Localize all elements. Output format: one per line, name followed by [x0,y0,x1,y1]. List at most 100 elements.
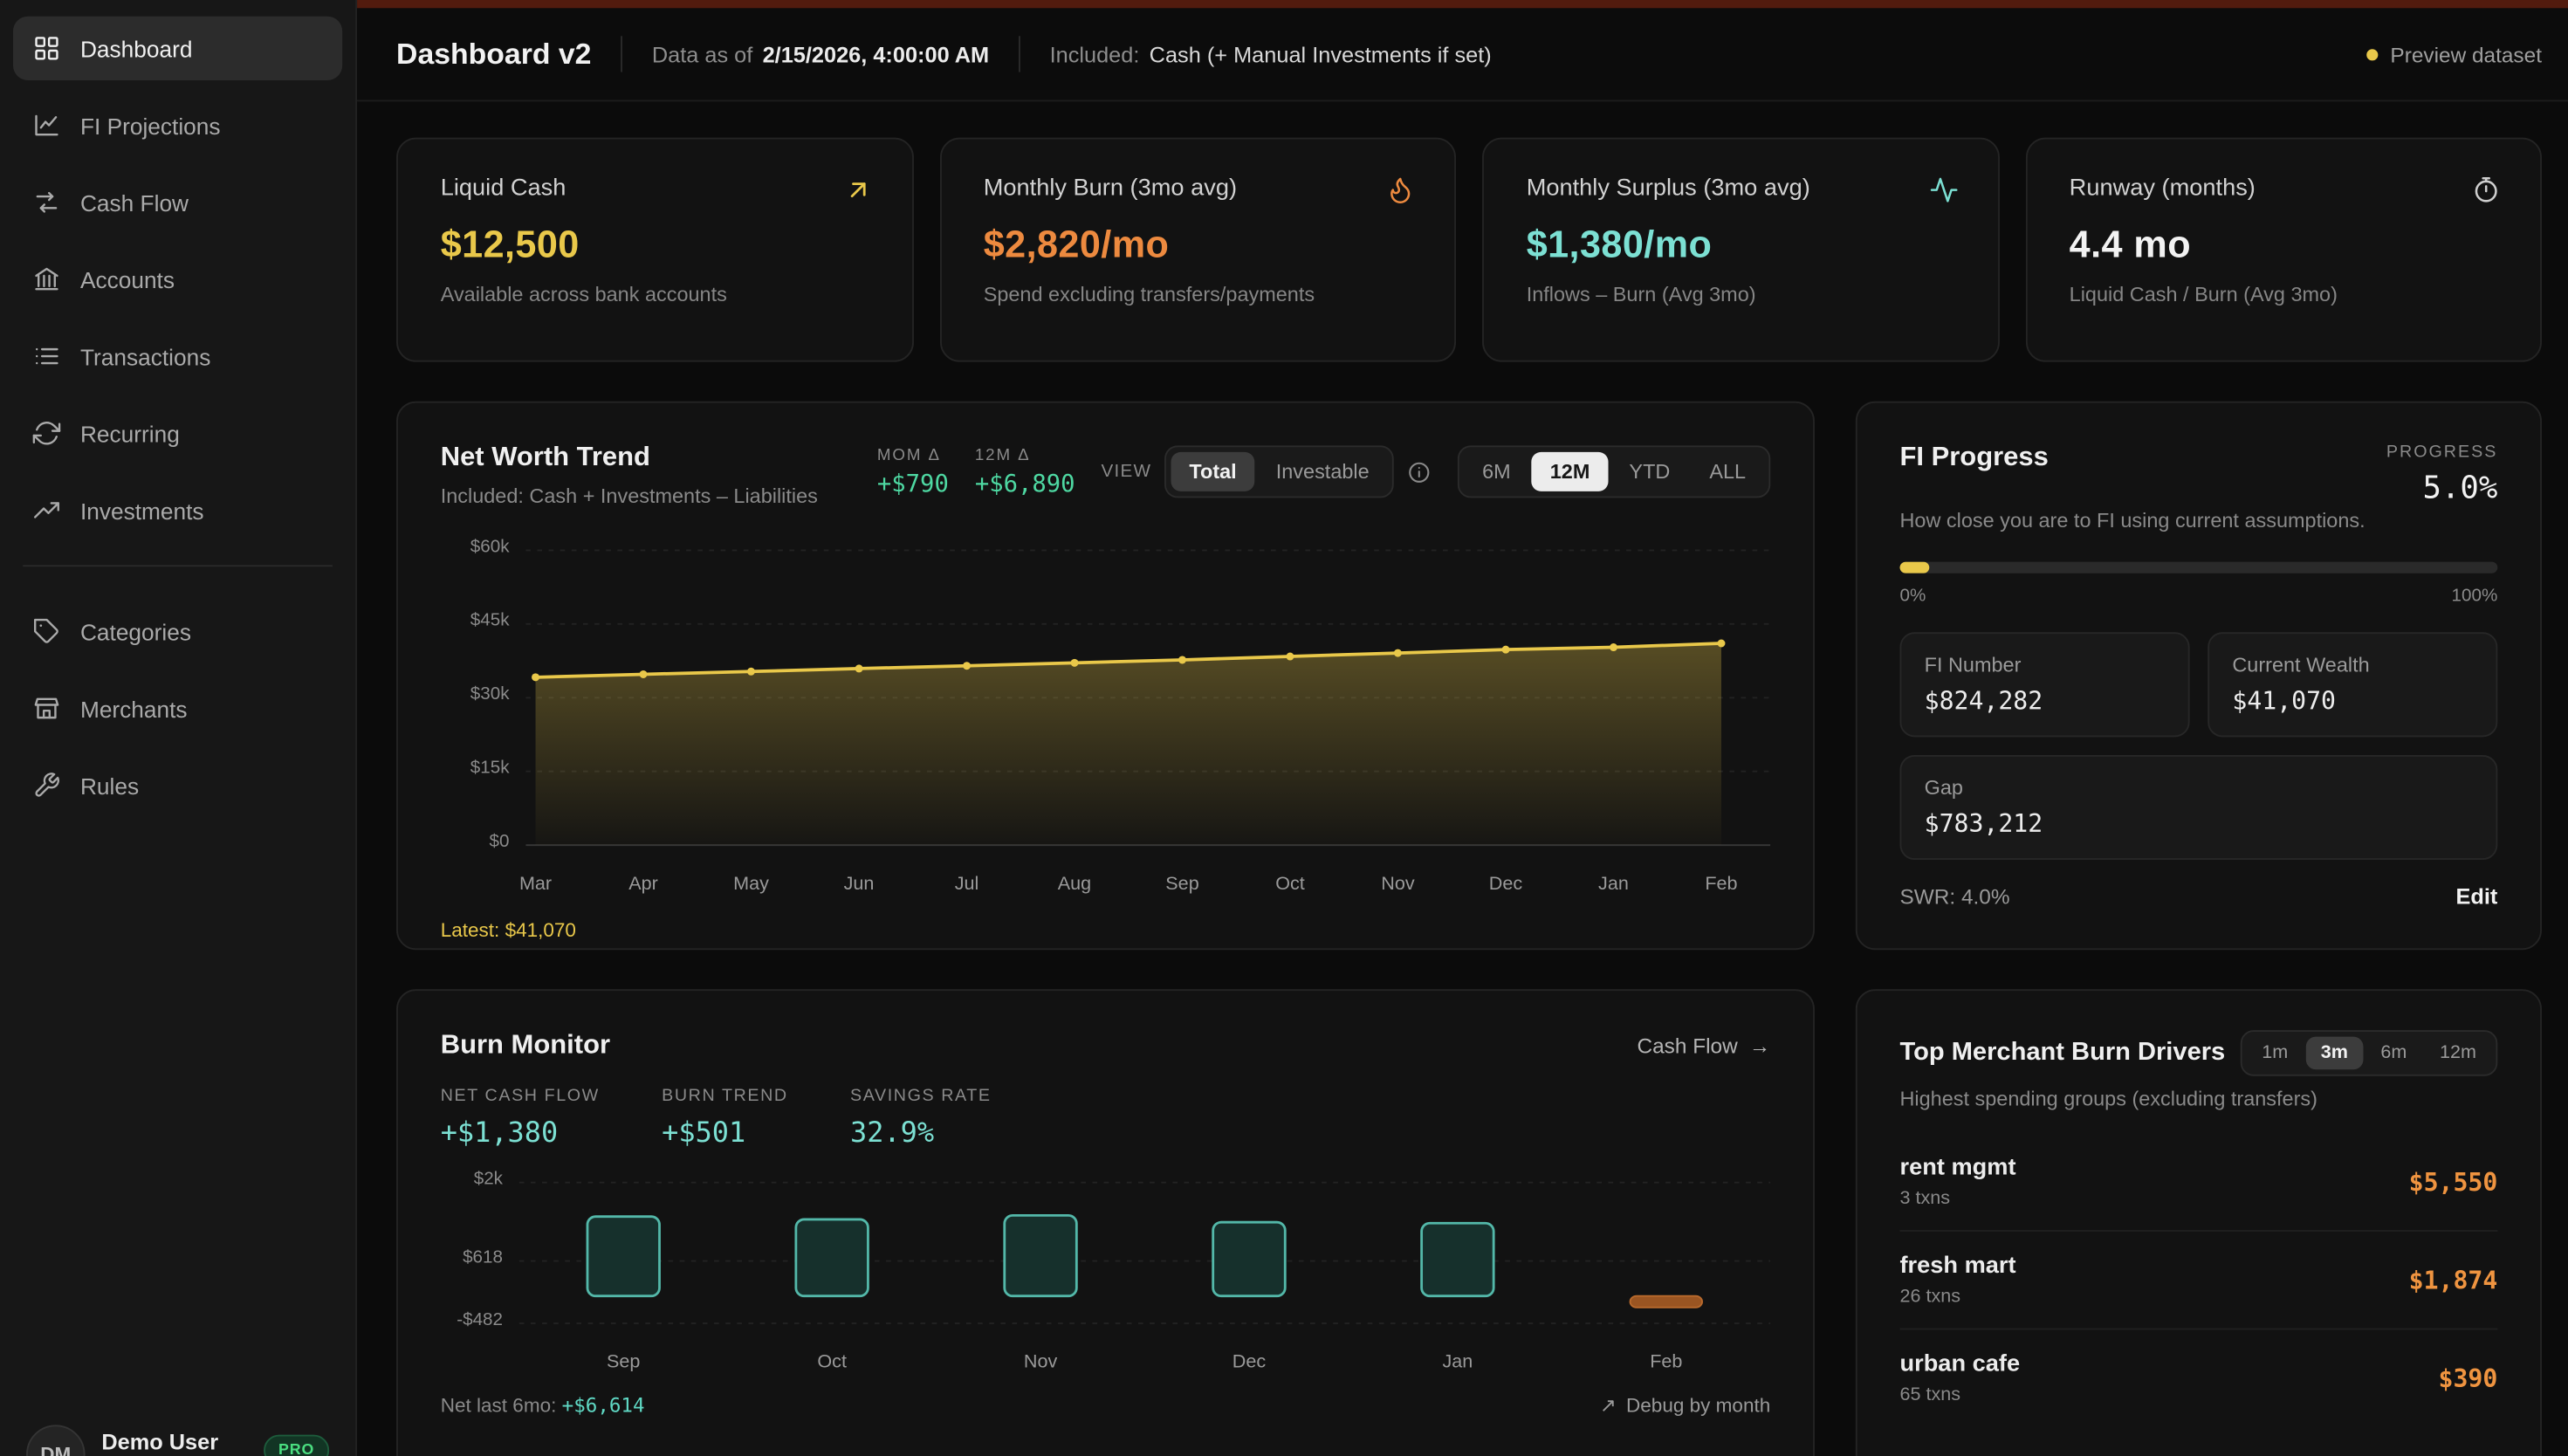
merch-range-3m[interactable]: 3m [2306,1037,2363,1070]
net-worth-controls: MOM Δ +$790 12M Δ +$6,890 VIEW Total [877,445,1770,498]
sidebar-item-recurring[interactable]: Recurring [13,402,342,465]
sidebar-item-cash-flow[interactable]: Cash Flow [13,170,342,234]
range-6m[interactable]: 6M [1464,452,1528,491]
net-worth-plot: MarAprMayJunJulAugSepOctNovDecJanFeb [525,537,1770,899]
preview-dataset-toggle[interactable]: Preview dataset [2365,42,2542,66]
fi-progress-track [1899,562,2497,573]
sidebar-item-accounts[interactable]: Accounts [13,247,342,311]
sidebar-item-rules[interactable]: Rules [13,753,342,817]
merchants-range-segmented: 1m 3m 6m 12m [2241,1030,2498,1076]
merchants-subtitle: Highest spending groups (excluding trans… [1899,1088,2497,1110]
fi-number-box: FI Number $824,282 [1899,632,2189,737]
wrench-icon [33,772,61,800]
range-segmented: 6M 12M YTD ALL [1458,445,1770,498]
burn-x-axis: SepOctNovDecJanFeb [519,1344,1770,1377]
sidebar-item-dashboard[interactable]: Dashboard [13,17,342,80]
sidebar-item-transactions[interactable]: Transactions [13,325,342,388]
mom-delta-label: MOM Δ [877,446,949,464]
range-all[interactable]: ALL [1692,452,1764,491]
row-burn: Burn Monitor Cash Flow → NET CASH FLOW +… [396,989,2542,1456]
edit-button[interactable]: Edit [2455,884,2497,909]
net-worth-title: Net Worth Trend [441,443,818,474]
sidebar-item-label: Dashboard [80,35,193,61]
flame-icon [1385,175,1415,205]
included-value: Cash (+ Manual Investments if set) [1150,42,1492,66]
fi-title: FI Progress [1899,443,2048,506]
view-option-total[interactable]: Total [1171,452,1255,491]
stat-card-monthly-burn: Monthly Burn (3mo avg) $2,820/mo Spend e… [939,138,1456,362]
pro-badge: PRO [264,1434,329,1456]
burn-chart: $2k$618-$482 SepOctNovDecJanFeb [441,1172,1771,1377]
header-divider [1019,36,1020,72]
savings-rate-stat: SAVINGS RATE 32.9% [850,1086,992,1150]
burn-y-axis: $2k$618-$482 [441,1172,519,1377]
sidebar-item-label: Recurring [80,420,180,446]
fi-boxes: FI Number $824,282 Current Wealth $41,07… [1899,632,2497,860]
top-merchants-card: Top Merchant Burn Drivers 1m 3m 6m 12m H… [1856,989,2542,1456]
view-label: VIEW [1102,462,1152,482]
merchant-name: urban cafe [1899,1351,2020,1377]
avatar: DM [26,1425,86,1456]
preview-dot-icon [2365,48,2377,59]
burn-stats: NET CASH FLOW +$1,380 BURN TREND +$501 S… [441,1086,1771,1150]
merch-range-12m[interactable]: 12m [2425,1037,2491,1070]
burn-monitor-card: Burn Monitor Cash Flow → NET CASH FLOW +… [396,989,1815,1456]
included-scope: Included: Cash (+ Manual Investments if … [1050,42,1492,66]
debug-by-month-link[interactable]: ↗ Debug by month [1600,1394,1770,1417]
dashboard-content: Liquid Cash $12,500 Available across ban… [357,101,2568,1456]
merchant-amount: $1,874 [2409,1265,2498,1295]
view-switch-group: VIEW Total Investable [1102,445,1432,498]
cash-flow-link[interactable]: Cash Flow → [1637,1034,1770,1058]
preview-dataset-label: Preview dataset [2390,42,2542,66]
row-net-worth: Net Worth Trend Included: Cash + Investm… [396,402,2542,951]
merchant-name: fresh mart [1899,1253,2015,1279]
burn-footer-net: Net last 6mo: +$6,614 [441,1394,645,1417]
burn-plot: SepOctNovDecJanFeb [519,1172,1770,1377]
sidebar-item-investments[interactable]: Investments [13,478,342,542]
list-item[interactable]: rent mgmt 3 txns $5,550 [1899,1133,2497,1230]
sidebar-item-label: Categories [80,618,191,644]
info-icon[interactable] [1407,459,1432,484]
fi-box-label: Gap [1925,776,2474,799]
fi-max-label: 100% [2452,587,2498,607]
burn-footer-label: Net last 6mo: [441,1394,557,1417]
sidebar-item-merchants[interactable]: Merchants [13,676,342,740]
sidebar-item-fi-projections[interactable]: FI Projections [13,93,342,157]
fi-box-label: FI Number [1925,654,2166,676]
gap-box: Gap $783,212 [1899,755,2497,860]
view-segmented: Total Investable [1164,445,1394,498]
timer-icon [2471,175,2501,205]
stat-card-monthly-surplus: Monthly Surplus (3mo avg) $1,380/mo Infl… [1482,138,1999,362]
net-cash-flow-stat: NET CASH FLOW +$1,380 [441,1086,600,1150]
y12-delta: 12M Δ +$6,890 [975,446,1075,497]
range-ytd[interactable]: YTD [1611,452,1688,491]
arrow-up-right-icon [842,175,872,205]
list-item[interactable]: urban cafe 65 txns $390 [1899,1329,2497,1427]
fi-min-label: 0% [1899,587,1926,607]
fi-box-value: $824,282 [1925,686,2166,716]
merch-range-6m[interactable]: 6m [2366,1037,2422,1070]
net-worth-card: Net Worth Trend Included: Cash + Investm… [396,402,1815,951]
user-profile[interactable]: DM Demo User PRO [0,1394,355,1456]
refresh-icon [33,419,61,447]
sidebar-item-label: Transactions [80,343,210,369]
net-worth-y-axis: $60k$45k$30k$15k$0 [441,537,526,899]
data-as-of-value: 2/15/2026, 4:00:00 AM [763,42,990,66]
range-12m[interactable]: 12M [1532,452,1608,491]
burn-footer-value: +$6,614 [562,1394,645,1417]
list-item[interactable]: fresh mart 26 txns $1,874 [1899,1230,2497,1329]
mom-delta-value: +$790 [877,470,949,497]
sidebar-item-label: FI Projections [80,113,221,139]
stats-row: Liquid Cash $12,500 Available across ban… [396,138,2542,362]
view-option-investable[interactable]: Investable [1258,452,1387,491]
net-worth-subtitle: Included: Cash + Investments – Liabiliti… [441,484,818,507]
net-worth-x-axis: MarAprMayJunJulAugSepOctNovDecJanFeb [525,867,1770,900]
page-title: Dashboard v2 [396,37,591,71]
fi-box-value: $783,212 [1925,809,2474,839]
included-label: Included: [1050,42,1140,66]
merch-range-1m[interactable]: 1m [2247,1037,2303,1070]
arrow-up-right-icon: ↗ [1600,1394,1617,1417]
burn-stat-label: BURN TREND [662,1086,788,1106]
cash-flow-link-label: Cash Flow [1637,1034,1737,1058]
sidebar-item-categories[interactable]: Categories [13,600,342,663]
